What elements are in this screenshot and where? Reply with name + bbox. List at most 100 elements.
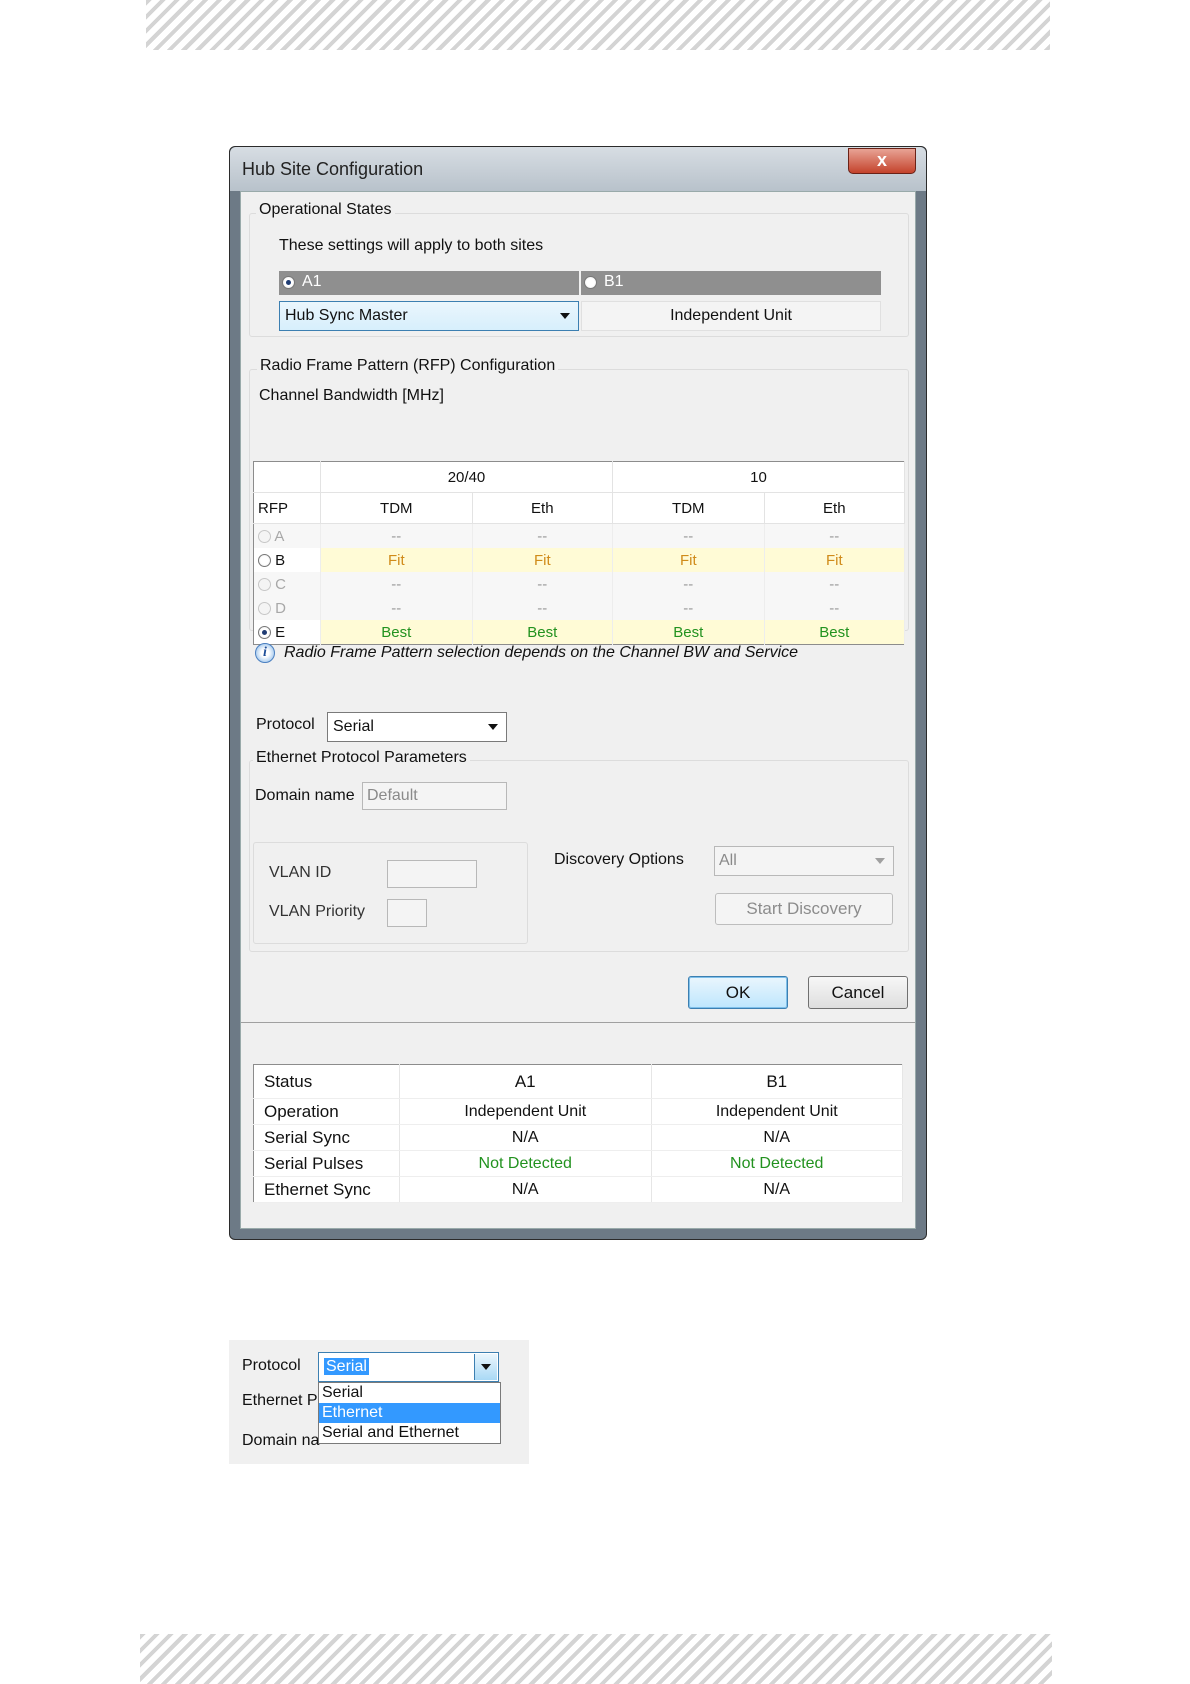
rfp-cell: Fit (764, 548, 906, 572)
site-b-label: B1 (604, 273, 624, 290)
rfp-column-header: RFP (253, 492, 321, 524)
page-header-hatch (146, 0, 1050, 50)
domain-name-label: Domain name (255, 787, 355, 804)
channel-bandwidth-label: Channel Bandwidth [MHz] (259, 387, 444, 404)
status-cell: Not Detected (651, 1150, 903, 1177)
close-button[interactable]: x (848, 148, 916, 174)
snippet-ethernet-label: Ethernet P (242, 1392, 318, 1409)
rfp-cell: -- (612, 523, 765, 548)
page-footer-hatch (140, 1634, 1052, 1684)
rfp-cell: -- (612, 596, 765, 620)
site-a-label: A1 (302, 273, 322, 290)
status-header-b1: B1 (651, 1064, 903, 1099)
ok-label: OK (725, 983, 751, 1002)
rfp-row-label: D (275, 599, 287, 617)
rfp-row-b[interactable]: B Fit Fit Fit Fit (253, 548, 906, 572)
chevron-down-icon (875, 858, 885, 864)
option-ethernet[interactable]: Ethernet (319, 1403, 500, 1423)
eth-10-header: Eth (764, 492, 906, 524)
ethernet-params-label: Ethernet Protocol Parameters (253, 749, 470, 767)
status-header: Status (253, 1064, 400, 1099)
dropdown-toggle[interactable] (474, 1354, 497, 1380)
protocol-options-list[interactable]: Serial Ethernet Serial and Ethernet (318, 1382, 501, 1444)
table-row: Serial Sync N/A N/A (253, 1124, 903, 1151)
status-row-label: Operation (253, 1098, 400, 1125)
rfp-info-text: Radio Frame Pattern selection depends on… (284, 644, 799, 661)
bandwidth-header-10: 10 (612, 461, 906, 493)
rfp-cell: -- (472, 596, 613, 620)
vlan-id-input[interactable] (387, 860, 477, 888)
rfp-cell: Best (612, 620, 765, 645)
protocol-dropdown-snippet: Protocol Serial Ethernet P Domain na Ser… (229, 1340, 529, 1464)
tdm-20-40-header: TDM (320, 492, 473, 524)
site-a-mode-select[interactable]: Hub Sync Master (279, 301, 579, 331)
snippet-protocol-label: Protocol (242, 1357, 301, 1374)
discovery-options-value: All (719, 852, 737, 869)
close-icon: x (876, 150, 887, 170)
option-serial[interactable]: Serial (319, 1383, 500, 1403)
protocol-select[interactable]: Serial (327, 712, 507, 742)
apply-both-sites-note: These settings will apply to both sites (279, 237, 544, 254)
domain-name-value: Default (367, 787, 418, 804)
cancel-label: Cancel (831, 983, 885, 1002)
start-discovery-button[interactable]: Start Discovery (715, 893, 893, 925)
dialog-body: Operational States These settings will a… (240, 191, 916, 1229)
vlan-id-label: VLAN ID (269, 864, 332, 881)
cancel-button[interactable]: Cancel (808, 976, 908, 1009)
rfp-corner-cell (253, 461, 321, 493)
divider (241, 1022, 915, 1023)
operational-states-label: Operational States (256, 201, 395, 219)
discovery-options-label: Discovery Options (554, 851, 684, 868)
table-row: Serial Pulses Not Detected Not Detected (253, 1150, 903, 1177)
status-cell: N/A (399, 1124, 652, 1151)
rfp-row-label: C (275, 575, 287, 593)
discovery-options-select[interactable]: All (714, 846, 894, 876)
rfp-e-radio[interactable] (258, 626, 271, 640)
snippet-protocol-select[interactable]: Serial (318, 1352, 499, 1382)
site-b-radio[interactable] (584, 276, 597, 289)
rfp-cell: -- (472, 523, 613, 548)
site-b-mode-text: Independent Unit (670, 307, 792, 324)
rfp-cell: -- (764, 572, 906, 596)
rfp-row-c: C -- -- -- -- (253, 572, 906, 596)
rfp-cell: -- (612, 572, 765, 596)
rfp-row-label: A (274, 527, 285, 545)
eth-20-40-header: Eth (472, 492, 613, 524)
status-cell: Independent Unit (399, 1098, 652, 1125)
rfp-cell: Best (764, 620, 906, 645)
table-row: Operation Independent Unit Independent U… (253, 1098, 903, 1125)
vlan-priority-input[interactable] (387, 899, 427, 927)
status-table: Status A1 B1 Operation Independent Unit … (253, 1064, 903, 1203)
chevron-down-icon (488, 724, 498, 730)
bandwidth-header-20-40: 20/40 (320, 461, 613, 493)
rfp-c-radio (258, 578, 271, 592)
ok-button[interactable]: OK (688, 976, 788, 1009)
status-row-label: Serial Pulses (253, 1150, 400, 1177)
status-cell: Independent Unit (651, 1098, 903, 1125)
option-serial-and-ethernet[interactable]: Serial and Ethernet (319, 1423, 500, 1443)
rfp-cell: -- (320, 596, 473, 620)
rfp-row-label: B (275, 551, 286, 569)
rfp-a-radio (258, 530, 271, 544)
title-bar[interactable]: Hub Site Configuration x (230, 147, 926, 191)
site-b-header[interactable]: B1 (581, 271, 881, 295)
rfp-cell: Best (320, 620, 473, 645)
rfp-b-radio[interactable] (258, 554, 271, 568)
site-a-radio[interactable] (282, 276, 295, 289)
rfp-group-label: Radio Frame Pattern (RFP) Configuration (257, 357, 559, 375)
hub-site-configuration-dialog: Hub Site Configuration x Operational Sta… (229, 146, 927, 1240)
chevron-down-icon (560, 313, 570, 319)
rfp-cell: Fit (612, 548, 765, 572)
protocol-value: Serial (333, 718, 374, 735)
status-row-label: Serial Sync (253, 1124, 400, 1151)
rfp-row-e[interactable]: E Best Best Best Best (253, 620, 906, 645)
rfp-cell: -- (472, 572, 613, 596)
domain-name-input[interactable]: Default (362, 782, 507, 810)
site-a-header[interactable]: A1 (279, 271, 579, 295)
rfp-row-label: E (275, 623, 286, 641)
snippet-domain-label: Domain na (242, 1432, 320, 1449)
vlan-group (253, 842, 528, 944)
dialog-title: Hub Site Configuration (242, 159, 424, 179)
protocol-label: Protocol (256, 716, 315, 733)
rfp-cell: Fit (320, 548, 473, 572)
